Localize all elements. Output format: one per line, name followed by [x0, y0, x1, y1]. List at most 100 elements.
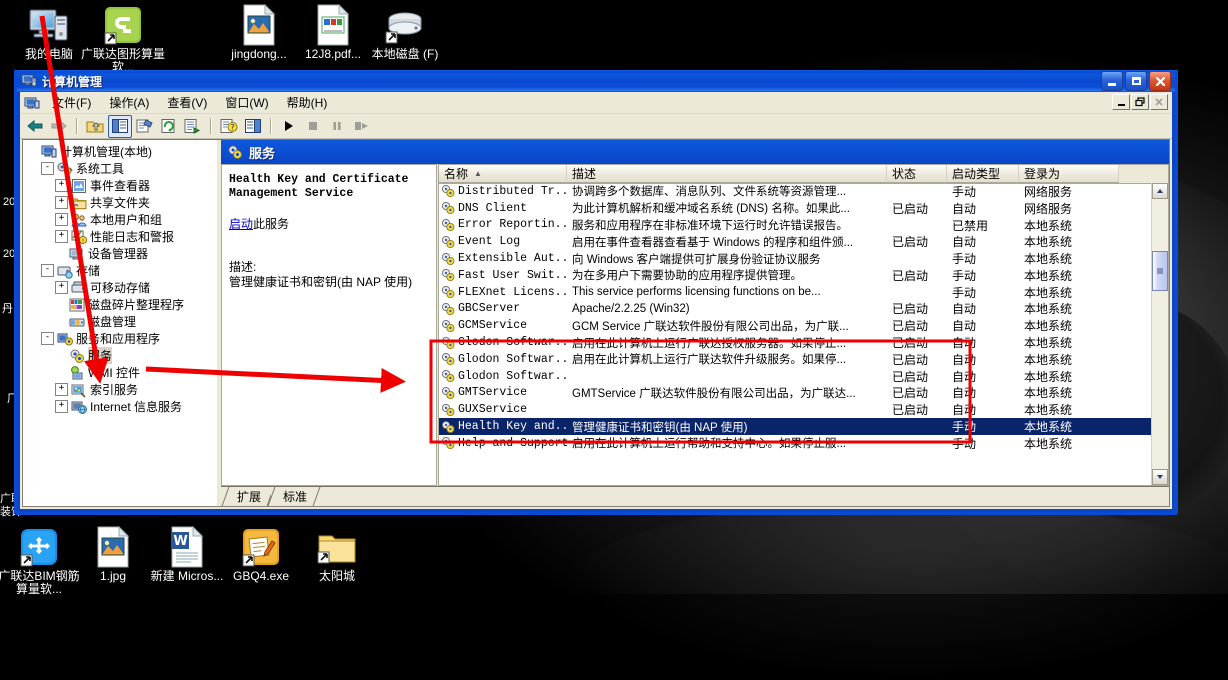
collapse-icon[interactable]: - [41, 332, 54, 345]
expand-icon[interactable]: + [55, 213, 68, 226]
scroll-down-arrow[interactable] [1152, 469, 1168, 485]
column-header-0[interactable]: 名称 ▲ [439, 165, 567, 183]
menu-view[interactable]: 查看(V) [158, 92, 216, 113]
expand-icon[interactable]: + [55, 383, 68, 396]
menu-help[interactable]: 帮助(H) [278, 92, 337, 113]
show-action-pane-button[interactable] [242, 116, 264, 137]
back-button[interactable] [24, 116, 46, 137]
tree-item-11[interactable]: - 服务和应用程序 [23, 330, 217, 347]
column-header-4[interactable]: 登录为 [1019, 165, 1119, 183]
table-row[interactable]: Health Key and... 管理健康证书和密钥(由 NAP 使用) 手动 本地… [439, 418, 1152, 435]
menu-action[interactable]: 操作(A) [100, 92, 158, 113]
cell-startup: 已禁用 [952, 218, 989, 233]
service-gear-icon [441, 369, 456, 383]
tree-item-15[interactable]: + Internet 信息服务 [23, 398, 217, 415]
service-gear-icon [441, 420, 456, 434]
tab-1[interactable]: 标准 [271, 487, 318, 506]
table-row[interactable]: Glodon Softwar... 已启动 自动 本地系统 [439, 368, 1152, 385]
table-row[interactable]: GBCServer Apache/2.2.25 (Win32) 已启动 自动 本地系统 [439, 301, 1152, 318]
expand-icon[interactable]: + [55, 400, 68, 413]
table-row[interactable]: DNS Client 为此计算机解析和缓冲域名系统 (DNS) 名称。如果此...… [439, 200, 1152, 217]
services-list-scrollbar[interactable] [1151, 183, 1168, 485]
help-button[interactable]: ? [218, 116, 240, 137]
tree-item-13[interactable]: WMI 控件 [23, 364, 217, 381]
refresh-button[interactable] [158, 116, 180, 137]
tree-item-1[interactable]: - 系统工具 [23, 160, 217, 177]
table-row[interactable]: Fast User Swit... 为在多用户下需要协助的应用程序提供管理。 已启动… [439, 267, 1152, 284]
expand-icon[interactable]: + [55, 281, 68, 294]
console-tree-pane[interactable]: 计算机管理(本地) - 系统工具 + 事件查看器 + 共享文件夹 + 本地用户和组 +! 性能日志和… [23, 140, 218, 506]
tree-item-14[interactable]: + 索引服务 [23, 381, 217, 398]
tree-item-3[interactable]: + 共享文件夹 [23, 194, 217, 211]
tree-item-5[interactable]: +! 性能日志和警报 [23, 228, 217, 245]
table-row[interactable]: Extensible Aut... 向 Windows 客户端提供可扩展身份验证协… [439, 250, 1152, 267]
start-service-link-row[interactable]: 启动此服务 [229, 215, 429, 232]
cell-name: FLEXnet Licens... [439, 285, 567, 299]
result-pane-tabs[interactable]: 扩展 标准 [221, 486, 1169, 506]
services-list[interactable]: 名称 ▲ 描述 状态 启动类型 登录为 Distributed Tr... 协调跨多个数据库… [438, 164, 1169, 486]
tree-item-12[interactable]: 服务 [23, 347, 217, 364]
table-row[interactable]: FLEXnet Licens... This service performs l… [439, 284, 1152, 301]
menu-bar[interactable]: 文件(F) 操作(A) 查看(V) 窗口(W) 帮助(H) [20, 92, 1172, 114]
collapse-icon[interactable]: - [41, 162, 54, 175]
mdi-minimize-button[interactable] [1112, 94, 1130, 110]
tree-item-7[interactable]: - 存储 [23, 262, 217, 279]
expand-icon[interactable]: + [55, 196, 68, 209]
table-row[interactable]: Glodon Softwar... 启用在此计算机上运行广联达软件升级服务。如果停… [439, 351, 1152, 368]
table-row[interactable]: Error Reportin... 服务和应用程序在非标准环境下运行时允许错误报告… [439, 217, 1152, 234]
window-controls[interactable] [1101, 71, 1173, 91]
table-row[interactable]: Event Log 启用在事件查看器查看基于 Windows 的程序和组件颁...… [439, 233, 1152, 250]
console-tree[interactable]: 计算机管理(本地) - 系统工具 + 事件查看器 + 共享文件夹 + 本地用户和组 +! 性能日志和… [23, 140, 217, 415]
table-row[interactable]: Help and Support 启用在此计算机上运行帮助和支持中心。如果停止服.… [439, 435, 1152, 452]
tree-item-2[interactable]: + 事件查看器 [23, 177, 217, 194]
tree-item-9[interactable]: 磁盘碎片整理程序 [23, 296, 217, 313]
tab-0[interactable]: 扩展 [225, 487, 272, 506]
expand-icon[interactable]: + [55, 179, 68, 192]
cell-startup: 自动 [952, 319, 977, 334]
cell-logon: 本地系统 [1024, 218, 1073, 233]
start-service-button[interactable] [278, 116, 300, 137]
properties-button[interactable] [134, 116, 156, 137]
desktop-icon-bottom-4[interactable]: 太阳城 [292, 524, 382, 583]
tree-item-0[interactable]: 计算机管理(本地) [23, 143, 217, 160]
scrollbar-thumb[interactable] [1152, 251, 1168, 291]
services-list-rows[interactable]: Distributed Tr... 协调跨多个数据库、消息队列、文件系统等资源管理… [439, 183, 1152, 485]
table-row[interactable]: Glodon Softwar... 启用在此计算机上运行广联达授权服务器。如果停止… [439, 334, 1152, 351]
table-row[interactable]: Distributed Tr... 协调跨多个数据库、消息队列、文件系统等资源管理… [439, 183, 1152, 200]
computer-management-window[interactable]: 计算机管理 文件(F) 操作(A) 查看(V) 窗口(W) 帮助(H) ? 计算… [14, 70, 1178, 515]
tree-item-8[interactable]: + 可移动存储 [23, 279, 217, 296]
close-button[interactable] [1149, 71, 1171, 91]
services-result-pane: 服务 Health Key and Certificate Management… [221, 140, 1169, 506]
tree-item-4[interactable]: + 本地用户和组 [23, 211, 217, 228]
folder-shortcut-icon [292, 524, 382, 568]
mdi-restore-button[interactable] [1131, 94, 1149, 110]
table-row[interactable]: GMTService GMTService 广联达软件股份有限公司出品，为广联达.… [439, 385, 1152, 402]
collapse-icon[interactable]: - [41, 264, 54, 277]
start-service-link[interactable]: 启动 [229, 217, 253, 231]
desktop-icon-top-1[interactable]: 广联达图形算量软... [78, 2, 168, 74]
services-list-header[interactable]: 名称 ▲ 描述 状态 启动类型 登录为 [439, 165, 1168, 184]
mdi-close-button[interactable] [1150, 94, 1168, 110]
desktop-icon-label: 太阳城 [318, 569, 355, 583]
menu-window[interactable]: 窗口(W) [216, 92, 277, 113]
expand-icon[interactable]: + [55, 230, 68, 243]
export-list-button[interactable] [182, 116, 204, 137]
show-hide-tree-button[interactable] [108, 114, 132, 138]
scroll-up-arrow[interactable] [1152, 183, 1168, 199]
column-header-2[interactable]: 状态 [887, 165, 947, 183]
toolbar[interactable]: ? [20, 114, 1172, 139]
desktop-icon-top-4[interactable]: 本地磁盘 (F) [360, 2, 450, 61]
tree-item-6[interactable]: 设备管理器 [23, 245, 217, 262]
minimize-button[interactable] [1101, 71, 1123, 91]
table-row[interactable]: GUXService 已启动 自动 本地系统 [439, 401, 1152, 418]
maximize-button[interactable] [1125, 71, 1147, 91]
column-header-1[interactable]: 描述 [567, 165, 887, 183]
up-one-level-button[interactable] [84, 116, 106, 137]
column-header-3[interactable]: 启动类型 [947, 165, 1019, 183]
menu-file[interactable]: 文件(F) [43, 92, 100, 113]
window-titlebar[interactable]: 计算机管理 [17, 70, 1175, 92]
cell-desc: 为在多用户下需要协助的应用程序提供管理。 [572, 270, 802, 283]
tree-item-10[interactable]: 磁盘管理 [23, 313, 217, 330]
table-row[interactable]: GCMService GCM Service 广联达软件股份有限公司出品，为广联.… [439, 317, 1152, 334]
mdi-window-controls[interactable] [1112, 94, 1168, 110]
